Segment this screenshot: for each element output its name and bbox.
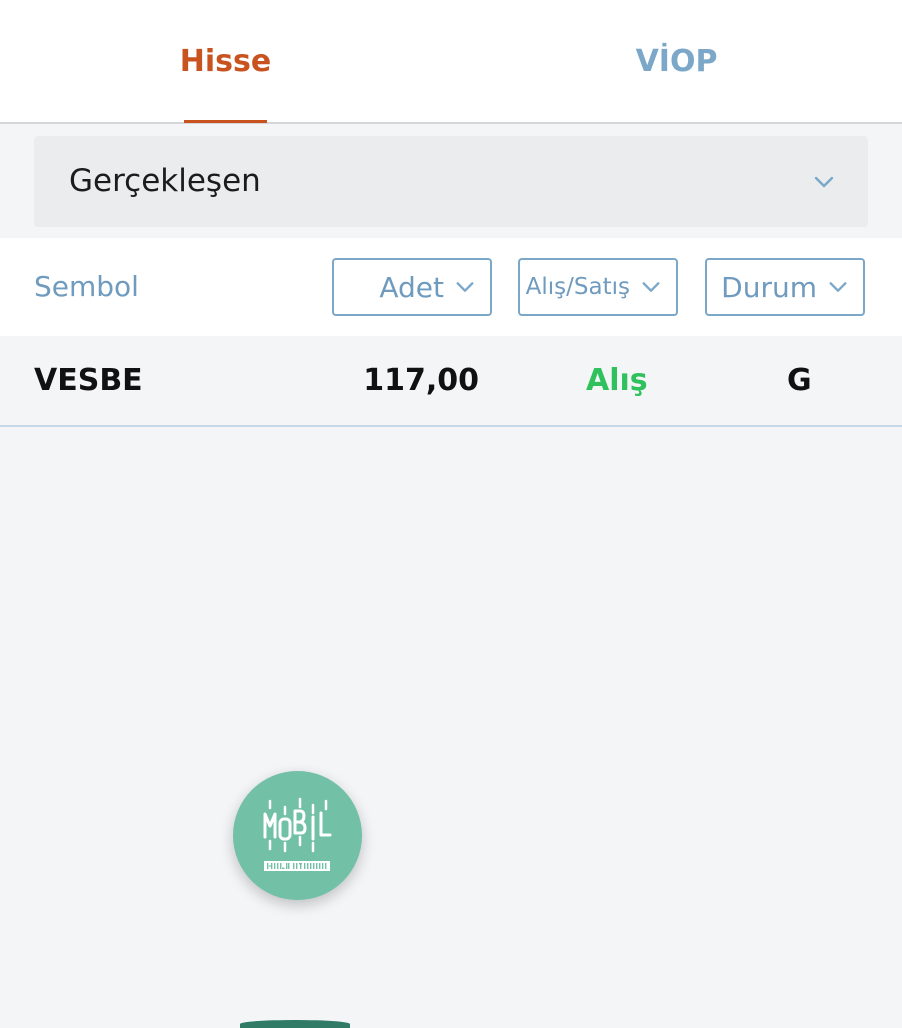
quantity-filter-label: Adet (379, 270, 444, 304)
active-tab-indicator (184, 120, 267, 123)
row-side: Alış (586, 363, 648, 398)
chevron-down-icon (456, 282, 474, 292)
chevron-down-icon (642, 282, 660, 292)
tab-bar: Hisse VİOP (0, 0, 902, 124)
table-header: Sembol Adet Alış/Satış Durum (0, 238, 902, 336)
symbol-column-header: Sembol (34, 270, 139, 303)
row-quantity: 117,00 (363, 363, 479, 398)
side-filter-button[interactable]: Alış/Satış (518, 258, 678, 316)
row-symbol: VESBE (34, 363, 143, 398)
order-status-select[interactable]: Gerçekleşen (34, 136, 868, 227)
mobil-logo-icon (263, 797, 332, 871)
mobil-fab-button[interactable] (233, 771, 362, 900)
bottom-nav-peek (240, 1020, 350, 1028)
tab-hisse[interactable]: Hisse (0, 0, 451, 122)
chevron-down-icon (829, 282, 847, 292)
status-filter-label: Durum (721, 270, 817, 304)
order-status-select-value: Gerçekleşen (69, 163, 261, 199)
filter-area: Gerçekleşen (0, 124, 902, 238)
chevron-down-icon (814, 176, 834, 188)
tab-viop[interactable]: VİOP (451, 0, 902, 122)
side-filter-label: Alış/Satış (525, 274, 630, 300)
row-status: G (787, 363, 812, 398)
quantity-filter-button[interactable]: Adet (332, 258, 492, 316)
status-filter-button[interactable]: Durum (705, 258, 865, 316)
table-row[interactable]: VESBE 117,00 Alış G (0, 336, 902, 427)
